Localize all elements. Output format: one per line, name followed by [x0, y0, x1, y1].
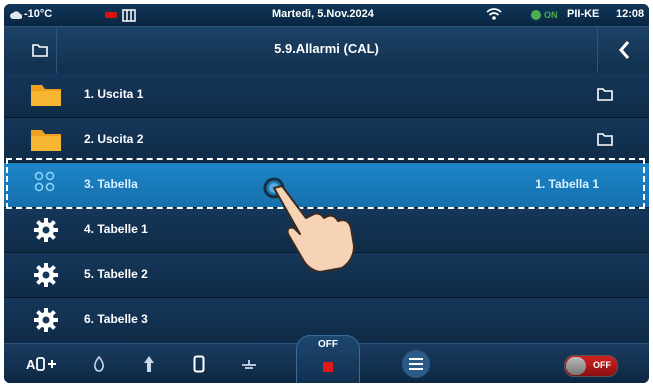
auto-mode-icon: A — [26, 357, 56, 372]
svg-text:A: A — [26, 357, 36, 372]
off-label: OFF — [318, 339, 338, 350]
menu-button[interactable] — [396, 344, 436, 383]
toggle-label: OFF — [593, 360, 611, 370]
title-bar: 5.9.Allarmi (CAL) — [4, 26, 649, 74]
list-item-uscita-1[interactable]: 1. Uscita 1 — [4, 73, 649, 118]
stop-icon — [323, 362, 333, 372]
outdoor-temperature: -10°C — [24, 8, 53, 20]
sensor-icon — [104, 8, 118, 25]
page-title: 5.9.Allarmi (CAL) — [274, 41, 379, 56]
list-item-label: 2. Uscita 2 — [84, 132, 144, 146]
heater-icon — [122, 8, 136, 25]
gear-icon — [34, 218, 58, 242]
hamburger-menu-icon — [402, 350, 430, 378]
wifi-icon — [486, 7, 502, 24]
folder-outline-icon — [597, 133, 613, 146]
clock: 12:08 — [616, 8, 645, 20]
tap-water-button[interactable] — [136, 344, 162, 383]
power-toggle[interactable]: OFF — [564, 355, 618, 377]
list-item-uscita-2[interactable]: 2. Uscita 2 — [4, 118, 649, 163]
auto-mode-button[interactable]: A — [22, 344, 62, 383]
list-item-label: 5. Tabelle 2 — [84, 267, 148, 281]
list-item-value: 1. Tabella 1 — [535, 177, 599, 191]
pump-small-icon — [242, 360, 256, 369]
pump-button[interactable] — [236, 344, 262, 383]
chevron-left-icon — [619, 41, 630, 59]
touch-hand-icon — [263, 177, 355, 273]
back-button[interactable] — [597, 27, 649, 73]
folder-icon — [31, 85, 61, 106]
list-item-label: 4. Tabelle 1 — [84, 222, 148, 236]
bottom-bar: A OFF OFF — [4, 335, 649, 383]
flame-button[interactable] — [86, 344, 112, 383]
folder-outline-icon — [597, 88, 613, 101]
pump-icon — [530, 8, 542, 25]
toggle-knob — [566, 357, 586, 375]
list-item-label: 1. Uscita 1 — [84, 87, 144, 101]
list-item-label: 6. Tabelle 3 — [84, 312, 148, 326]
date-label: Martedì, 5.Nov.2024 — [272, 8, 374, 20]
status-bar: -10°C Martedì, 5.Nov.2024 ON PII-KE 12:0… — [4, 4, 649, 26]
tap-icon — [144, 356, 154, 372]
screen: -10°C Martedì, 5.Nov.2024 ON PII-KE 12:0… — [4, 4, 649, 383]
flame-icon — [94, 356, 104, 372]
list-item-label: 3. Tabella — [84, 177, 138, 191]
tank-button[interactable] — [186, 344, 212, 383]
device-name: PII-KE — [567, 8, 600, 20]
cloud-icon — [10, 10, 23, 22]
folder-icon — [31, 130, 61, 151]
off-button[interactable]: OFF — [296, 335, 360, 383]
fan-state-label: ON — [544, 10, 558, 20]
gear-icon — [34, 308, 58, 332]
tank-icon — [193, 355, 205, 373]
options-dots-icon — [34, 171, 55, 192]
gear-icon — [34, 263, 58, 287]
